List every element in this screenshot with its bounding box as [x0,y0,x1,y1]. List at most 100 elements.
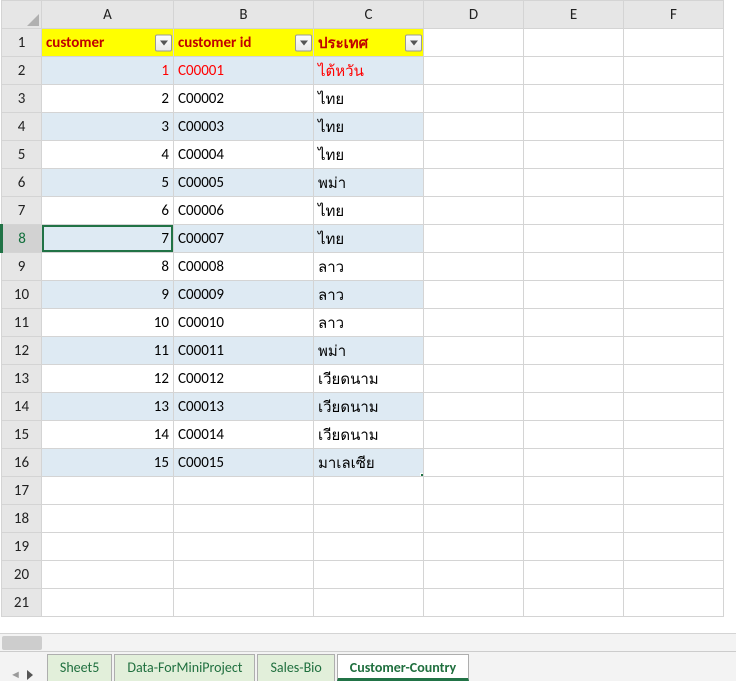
cell-E17[interactable] [524,477,624,505]
row-header-3[interactable]: 3 [2,85,42,113]
cell-D5[interactable] [424,141,524,169]
cell-C13[interactable]: เวียดนาม [314,365,424,393]
cell-F7[interactable] [624,197,724,225]
col-header-B[interactable]: B [174,1,314,29]
cell-B7[interactable]: C00006 [174,197,314,225]
cell-B8[interactable]: C00007 [174,225,314,253]
row-header-1[interactable]: 1 [2,29,42,57]
cell-D7[interactable] [424,197,524,225]
cell-C7[interactable]: ไทย [314,197,424,225]
row-header-7[interactable]: 7 [2,197,42,225]
cell-A12[interactable]: 11 [42,337,174,365]
cell-F9[interactable] [624,253,724,281]
row-header-10[interactable]: 10 [2,281,42,309]
cell-F5[interactable] [624,141,724,169]
cell-C17[interactable] [314,477,424,505]
cell-E15[interactable] [524,421,624,449]
cell-B15[interactable]: C00014 [174,421,314,449]
cell-C14[interactable]: เวียดนาม [314,393,424,421]
cell-A1[interactable]: customer [42,29,174,57]
cell-D2[interactable] [424,57,524,85]
col-header-C[interactable]: C [314,1,424,29]
cell-D17[interactable] [424,477,524,505]
row-header-6[interactable]: 6 [2,169,42,197]
cell-B6[interactable]: C00005 [174,169,314,197]
cell-E10[interactable] [524,281,624,309]
cell-A9[interactable]: 8 [42,253,174,281]
cell-B21[interactable] [174,589,314,617]
cell-A5[interactable]: 4 [42,141,174,169]
cell-B16[interactable]: C00015 [174,449,314,477]
cell-A8[interactable]: 7 [42,225,174,253]
row-header-19[interactable]: 19 [2,533,42,561]
cell-D20[interactable] [424,561,524,589]
cell-D11[interactable] [424,309,524,337]
cell-E12[interactable] [524,337,624,365]
cell-E2[interactable] [524,57,624,85]
cell-C8[interactable]: ไทย [314,225,424,253]
cell-F8[interactable] [624,225,724,253]
cell-D10[interactable] [424,281,524,309]
cell-A4[interactable]: 3 [42,113,174,141]
cell-D18[interactable] [424,505,524,533]
cell-E18[interactable] [524,505,624,533]
cell-B5[interactable]: C00004 [174,141,314,169]
cell-C5[interactable]: ไทย [314,141,424,169]
row-header-12[interactable]: 12 [2,337,42,365]
row-header-5[interactable]: 5 [2,141,42,169]
cell-A14[interactable]: 13 [42,393,174,421]
cell-F6[interactable] [624,169,724,197]
cell-F17[interactable] [624,477,724,505]
cell-C12[interactable]: พม่า [314,337,424,365]
row-header-15[interactable]: 15 [2,421,42,449]
cell-F1[interactable] [624,29,724,57]
col-header-D[interactable]: D [424,1,524,29]
cell-C18[interactable] [314,505,424,533]
cell-B3[interactable]: C00002 [174,85,314,113]
row-header-11[interactable]: 11 [2,309,42,337]
cell-D8[interactable] [424,225,524,253]
cell-C3[interactable]: ไทย [314,85,424,113]
row-header-8[interactable]: 8 [2,225,42,253]
cell-D12[interactable] [424,337,524,365]
cell-F2[interactable] [624,57,724,85]
cell-F19[interactable] [624,533,724,561]
cell-C9[interactable]: ลาว [314,253,424,281]
cell-E13[interactable] [524,365,624,393]
cell-A7[interactable]: 6 [42,197,174,225]
cell-A19[interactable] [42,533,174,561]
cell-B1[interactable]: customer id [174,29,314,57]
cell-B4[interactable]: C00003 [174,113,314,141]
cell-D1[interactable] [424,29,524,57]
sheet-tab-sheet5[interactable]: Sheet5 [47,654,112,681]
cell-D21[interactable] [424,589,524,617]
cell-D19[interactable] [424,533,524,561]
cell-E9[interactable] [524,253,624,281]
cell-B13[interactable]: C00012 [174,365,314,393]
cell-F13[interactable] [624,365,724,393]
cell-E14[interactable] [524,393,624,421]
tab-nav-prev-icon[interactable]: ◄ [10,668,21,681]
select-all-corner[interactable] [2,1,42,29]
row-header-16[interactable]: 16 [2,449,42,477]
sheet-tab-sales-bio[interactable]: Sales-Bio [257,654,334,681]
row-header-21[interactable]: 21 [2,589,42,617]
cell-F18[interactable] [624,505,724,533]
cell-C2[interactable]: ไต้หวัน [314,57,424,85]
cell-C6[interactable]: พม่า [314,169,424,197]
row-header-4[interactable]: 4 [2,113,42,141]
cell-A21[interactable] [42,589,174,617]
cell-C11[interactable]: ลาว [314,309,424,337]
cell-E3[interactable] [524,85,624,113]
cell-A17[interactable] [42,477,174,505]
cell-F12[interactable] [624,337,724,365]
cell-F16[interactable] [624,449,724,477]
cell-B9[interactable]: C00008 [174,253,314,281]
cell-B11[interactable]: C00010 [174,309,314,337]
cell-D4[interactable] [424,113,524,141]
scroll-thumb[interactable] [2,636,42,650]
cell-A18[interactable] [42,505,174,533]
cell-B14[interactable]: C00013 [174,393,314,421]
spreadsheet-grid[interactable]: ABCDEF 1customercustomer idประเทศ21C0000… [0,0,724,617]
cell-B19[interactable] [174,533,314,561]
